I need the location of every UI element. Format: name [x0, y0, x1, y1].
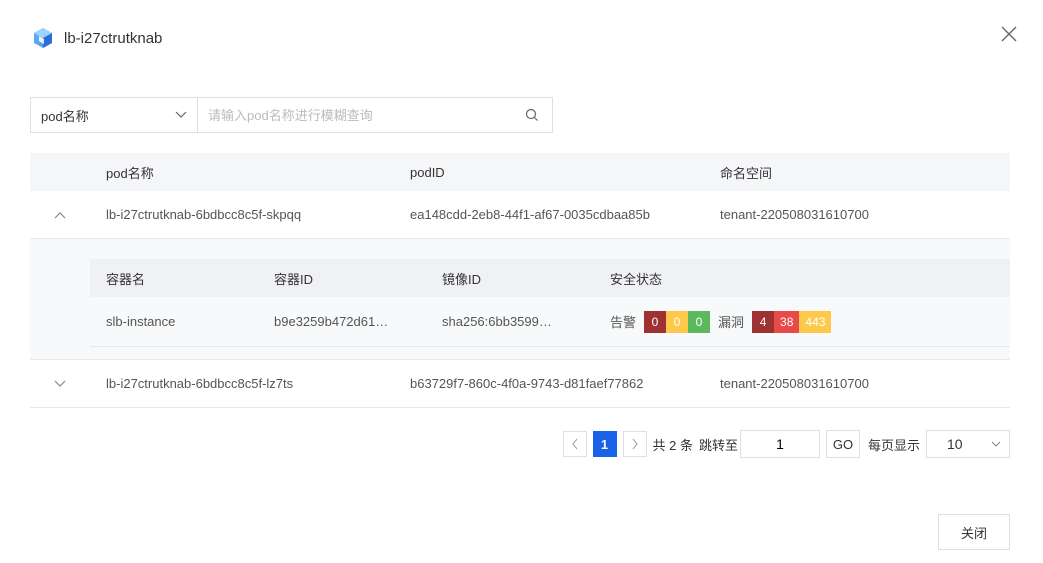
close-button[interactable]: 关闭: [938, 514, 1010, 550]
total-count: 共 2 条: [652, 437, 693, 453]
page-1-button[interactable]: 1: [592, 431, 617, 457]
chevron-left-icon: [571, 438, 577, 450]
container-table: 容器名 容器ID 镜像ID 安全状态 slb-instance b9e3259b…: [90, 259, 1010, 347]
column-header-image-id: 镜像ID: [442, 271, 482, 287]
search-filter: pod名称: [30, 97, 553, 133]
cube-logo-icon: [34, 28, 52, 48]
filter-field-select[interactable]: pod名称: [31, 98, 198, 132]
search-button[interactable]: [512, 98, 552, 132]
image-id: sha256:6bb3599…: [442, 314, 552, 329]
vuln-critical-badge[interactable]: 4: [752, 310, 775, 333]
expand-button[interactable]: [30, 380, 90, 388]
alarm-medium-badge[interactable]: 0: [666, 310, 689, 333]
container-row: slb-instance b9e3259b472d61… sha256:6bb3…: [90, 297, 1010, 347]
table-header: pod名称 podID 命名空间: [30, 153, 1010, 191]
alarm-critical-badge[interactable]: 0: [644, 310, 667, 333]
column-header-namespace: 命名空间: [720, 165, 773, 181]
chevron-right-icon: [632, 438, 638, 450]
alarm-label: 告警: [610, 315, 637, 330]
chevron-down-icon: [54, 380, 66, 387]
dialog-title: lb-i27ctrutknab: [64, 29, 163, 47]
vuln-label: 漏洞: [718, 315, 745, 330]
vuln-medium-badge[interactable]: 443: [799, 310, 832, 333]
column-header-container-id: 容器ID: [274, 271, 314, 287]
chevron-up-icon: [54, 211, 66, 218]
container-id: b9e3259b472d61…: [274, 314, 389, 329]
pagination: 1 共 2 条 跳转至 GO 每页显示 10: [562, 430, 1010, 458]
column-header-pod-name: pod名称: [106, 165, 154, 181]
dialog-header: lb-i27ctrutknab: [32, 24, 162, 52]
security-status: 告警 0 0 0 漏洞 4 38 443: [594, 310, 1010, 333]
pod-name: lb-i27ctrutknab-6bdbcc8c5f-lz7ts: [106, 376, 294, 391]
column-header-container-name: 容器名: [106, 271, 146, 287]
chevron-down-icon: [175, 111, 187, 118]
go-button[interactable]: GO: [825, 430, 860, 458]
pod-namespace: tenant-220508031610700: [720, 207, 869, 222]
alarm-low-badge[interactable]: 0: [688, 310, 711, 333]
pod-name: lb-i27ctrutknab-6bdbcc8c5f-skpqq: [106, 207, 302, 222]
page-size-value: 10: [947, 436, 963, 452]
pod-table: pod名称 podID 命名空间 lb-i27ctrutknab-6bdbcc8…: [30, 153, 1010, 408]
collapse-button[interactable]: [30, 211, 90, 219]
pod-namespace: tenant-220508031610700: [720, 376, 869, 391]
jump-page-input[interactable]: [739, 430, 820, 458]
page-size-label: 每页显示: [867, 437, 920, 453]
search-input[interactable]: [198, 98, 512, 132]
next-page-button[interactable]: [622, 431, 647, 457]
column-header-security-status: 安全状态: [610, 271, 663, 287]
chevron-down-icon: [991, 441, 1001, 447]
pod-id: ea148cdd-2eb8-44f1-af67-0035cdbaa85b: [410, 207, 650, 222]
page-size-select[interactable]: 10: [926, 430, 1010, 458]
vuln-high-badge[interactable]: 38: [774, 310, 800, 333]
expanded-container-panel: 容器名 容器ID 镜像ID 安全状态 slb-instance b9e3259b…: [30, 239, 1010, 360]
pod-id: b63729f7-860c-4f0a-9743-d81faef77862: [410, 376, 644, 391]
filter-field-value: pod名称: [41, 108, 89, 124]
container-table-header: 容器名 容器ID 镜像ID 安全状态: [90, 259, 1010, 297]
table-row[interactable]: lb-i27ctrutknab-6bdbcc8c5f-lz7ts b63729f…: [30, 360, 1010, 408]
prev-page-button[interactable]: [562, 431, 587, 457]
container-name: slb-instance: [106, 314, 176, 329]
search-icon: [525, 108, 538, 121]
table-row[interactable]: lb-i27ctrutknab-6bdbcc8c5f-skpqq ea148cd…: [30, 191, 1010, 239]
jump-label: 跳转至: [698, 437, 738, 453]
close-icon[interactable]: [997, 22, 1021, 46]
column-header-pod-id: podID: [410, 164, 445, 180]
